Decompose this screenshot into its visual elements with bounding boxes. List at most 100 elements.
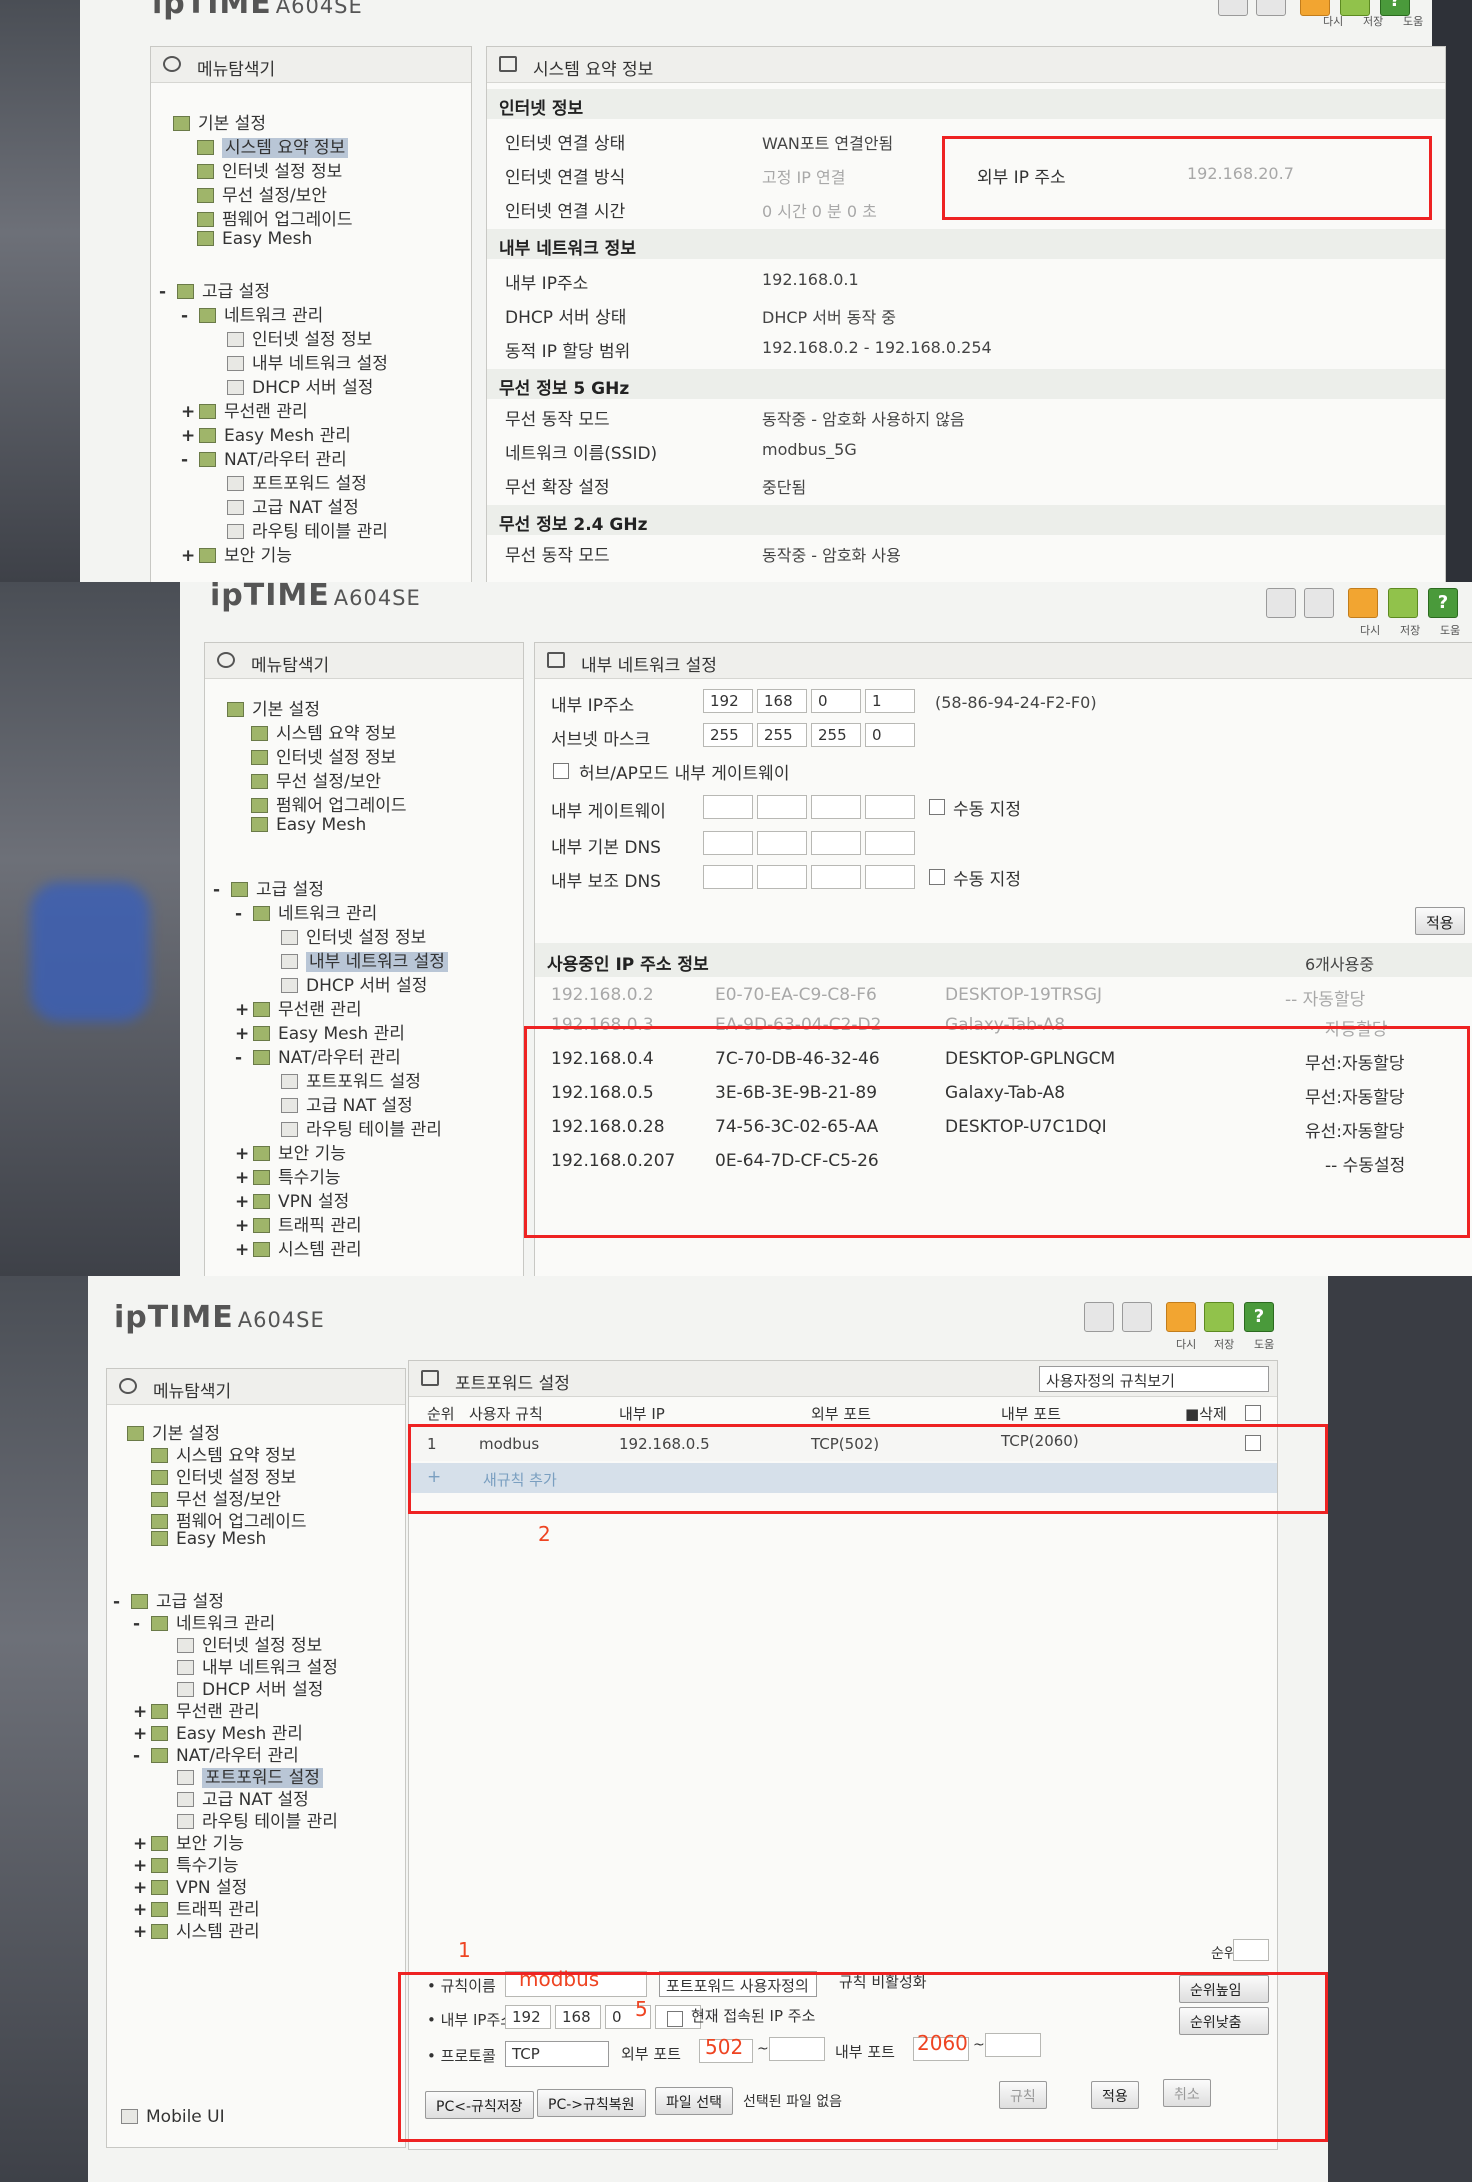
rule-delete-checkbox[interactable] — [1245, 1435, 1261, 1451]
tree-easy-mesh-mgmt[interactable]: + Easy Mesh 관리 — [235, 1019, 405, 1044]
tree-easy-mesh[interactable]: Easy Mesh — [251, 815, 366, 835]
subnet-octet-4[interactable]: 0 — [865, 723, 915, 747]
save-icon[interactable] — [1204, 1302, 1234, 1332]
lan-ip-octet-2[interactable]: 168 — [757, 689, 807, 713]
rank-input[interactable] — [1233, 1939, 1269, 1961]
home-icon[interactable] — [1266, 588, 1296, 618]
tree-advanced[interactable]: - 고급 설정 — [213, 875, 324, 900]
dns2-octet[interactable] — [757, 865, 807, 889]
dns2-octet[interactable] — [811, 865, 861, 889]
gateway-octet[interactable] — [865, 795, 915, 819]
tree-dhcp[interactable]: DHCP 서버 설정 — [281, 971, 427, 996]
save-rules-pc-button[interactable]: PC<-규칙저장 — [425, 2091, 534, 2119]
tree-lan-setup[interactable]: 내부 네트워크 설정 — [281, 947, 448, 972]
tree-basic[interactable]: 기본 설정 — [227, 695, 320, 720]
tree-adv-nat[interactable]: 고급 NAT 설정 — [281, 1091, 413, 1116]
home-icon[interactable] — [1084, 1302, 1114, 1332]
view-rules-select[interactable]: 사용자정의 규칙보기 — [1039, 1366, 1269, 1392]
restore-rules-pc-button[interactable]: PC->규칙복원 — [537, 2089, 646, 2117]
tree-adv-nat[interactable]: 고급 NAT 설정 — [227, 493, 359, 518]
apply-button[interactable]: 적용 — [1091, 2081, 1139, 2109]
tree-routing[interactable]: 라우팅 테이블 관리 — [281, 1115, 442, 1140]
tree-security[interactable]: + 보안 기능 — [181, 541, 292, 566]
tree-internet-setup[interactable]: 인터넷 설정 정보 — [251, 743, 396, 768]
tree-internet-setup-2[interactable]: 인터넷 설정 정보 — [227, 325, 372, 350]
refresh-icon[interactable] — [1166, 1302, 1196, 1332]
dns-manual-checkbox[interactable] — [929, 869, 945, 885]
tree-easy-mesh-mgmt[interactable]: + Easy Mesh 관리 — [181, 421, 351, 446]
hub-ap-checkbox[interactable] — [553, 763, 569, 779]
lan-ip-octet-1[interactable]: 192 — [703, 689, 753, 713]
tree-network-mgmt[interactable]: - 네트워크 관리 — [235, 899, 377, 924]
tree-nat-mgmt[interactable]: - NAT/라우터 관리 — [235, 1043, 401, 1068]
dns1-octet[interactable] — [811, 831, 861, 855]
refresh-icon[interactable] — [1348, 588, 1378, 618]
cancel-button[interactable]: 취소 — [1163, 2079, 1211, 2107]
tree-firmware[interactable]: 펌웨어 업그레이드 — [197, 205, 353, 230]
subnet-octet-1[interactable]: 255 — [703, 723, 753, 747]
tree-sysmgmt[interactable]: + 시스템 관리 — [133, 1917, 260, 1942]
dns1-octet[interactable] — [757, 831, 807, 855]
rule-type-select[interactable]: 포트포워드 사용자정의 — [659, 1971, 817, 1997]
tree-internet-setup-2[interactable]: 인터넷 설정 정보 — [281, 923, 426, 948]
subnet-octet-2[interactable]: 255 — [757, 723, 807, 747]
tree-port-forward[interactable]: 포트포워드 설정 — [281, 1067, 421, 1092]
internal-ip-octet-1[interactable]: 192 — [505, 2005, 551, 2029]
tree-easy-mesh[interactable]: Easy Mesh — [197, 229, 312, 249]
rule-row[interactable]: 1 modbus 192.168.0.5 TCP(502) TCP(2060) — [409, 1427, 1277, 1461]
tree-wlan-mgmt[interactable]: + 무선랜 관리 — [181, 397, 308, 422]
current-ip-checkbox[interactable] — [667, 2011, 683, 2027]
tree-wireless[interactable]: 무선 설정/보안 — [251, 767, 381, 792]
file-select-button[interactable]: 파일 선택 — [655, 2087, 733, 2115]
tree-port-forward[interactable]: 포트포워드 설정 — [227, 469, 367, 494]
delete-all-checkbox[interactable] — [1245, 1405, 1261, 1421]
internal-ip-octet-2[interactable]: 168 — [555, 2005, 601, 2029]
rank-down-button[interactable]: 순위낮춤 — [1179, 2007, 1269, 2035]
tree-system-summary[interactable]: 시스템 요약 정보 — [197, 133, 349, 158]
logout-icon[interactable] — [1256, 0, 1286, 16]
tree-lan-setup[interactable]: 내부 네트워크 설정 — [227, 349, 388, 374]
tree-internet-setup[interactable]: 인터넷 설정 정보 — [197, 157, 342, 182]
tree-firmware[interactable]: 펌웨어 업그레이드 — [251, 791, 407, 816]
apply-button[interactable]: 적용 — [1415, 907, 1465, 935]
rank-up-button[interactable]: 순위높임 — [1179, 1975, 1269, 2003]
subnet-octet-3[interactable]: 255 — [811, 723, 861, 747]
tree-sysmgmt[interactable]: + 시스템 관리 — [235, 1235, 362, 1260]
home-icon[interactable] — [1218, 0, 1248, 16]
tree-traffic[interactable]: + 트래픽 관리 — [235, 1211, 362, 1236]
add-rule-row[interactable]: + 새규칙 추가 — [409, 1463, 1277, 1493]
tree-easy-mesh[interactable]: Easy Mesh — [151, 1529, 266, 1549]
tree-special[interactable]: + 특수기능 — [235, 1163, 341, 1188]
mobile-ui-link[interactable]: Mobile UI — [121, 2107, 225, 2127]
gateway-manual-checkbox[interactable] — [929, 799, 945, 815]
tree-network-mgmt[interactable]: - 네트워크 관리 — [181, 301, 323, 326]
tree-routing[interactable]: 라우팅 테이블 관리 — [227, 517, 388, 542]
gateway-octet[interactable] — [703, 795, 753, 819]
add-rule-button[interactable]: 규칙 — [999, 2081, 1047, 2109]
dns2-octet[interactable] — [865, 865, 915, 889]
tree-basic[interactable]: 기본 설정 — [173, 109, 266, 134]
tree-vpn[interactable]: + VPN 설정 — [235, 1187, 349, 1212]
lan-ip-octet-4[interactable]: 1 — [865, 689, 915, 713]
int-port-end[interactable] — [985, 2033, 1041, 2057]
tree-advanced[interactable]: - 고급 설정 — [159, 277, 270, 302]
tree-nat-mgmt[interactable]: - NAT/라우터 관리 — [181, 445, 347, 470]
logout-icon[interactable] — [1304, 588, 1334, 618]
tree-system-summary[interactable]: 시스템 요약 정보 — [251, 719, 396, 744]
dns1-octet[interactable] — [865, 831, 915, 855]
dns2-octet[interactable] — [703, 865, 753, 889]
dns1-octet[interactable] — [703, 831, 753, 855]
logout-icon[interactable] — [1122, 1302, 1152, 1332]
tree-wlan-mgmt[interactable]: + 무선랜 관리 — [235, 995, 362, 1020]
help-icon[interactable]: ? — [1428, 588, 1458, 618]
ext-port-end[interactable] — [769, 2037, 825, 2061]
protocol-select[interactable]: TCP — [505, 2041, 609, 2067]
lan-ip-octet-3[interactable]: 0 — [811, 689, 861, 713]
tree-wireless[interactable]: 무선 설정/보안 — [197, 181, 327, 206]
tree-security[interactable]: + 보안 기능 — [235, 1139, 346, 1164]
save-icon[interactable] — [1388, 588, 1418, 618]
gateway-octet[interactable] — [811, 795, 861, 819]
gateway-octet[interactable] — [757, 795, 807, 819]
tree-dhcp[interactable]: DHCP 서버 설정 — [227, 373, 373, 398]
help-icon[interactable]: ? — [1244, 1302, 1274, 1332]
